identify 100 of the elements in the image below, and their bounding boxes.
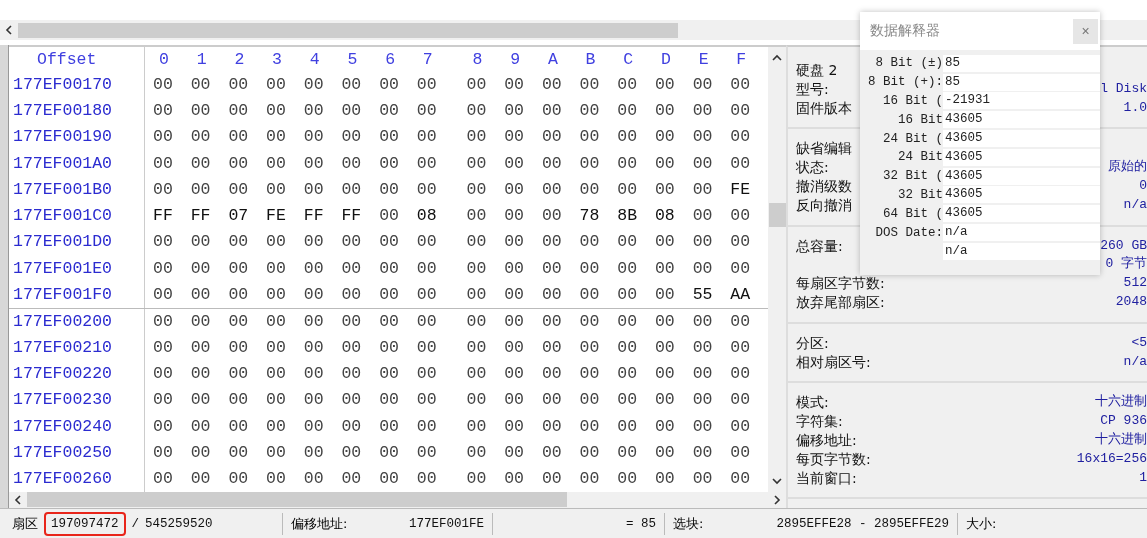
byte-cell[interactable]: 00 [579,363,618,383]
byte-cell[interactable]: 00 [617,232,655,252]
byte-cell[interactable]: 00 [153,416,191,436]
byte-cell[interactable]: 00 [617,258,655,278]
byte-cell[interactable]: AA [730,285,768,304]
byte-cell[interactable]: 00 [730,232,768,252]
byte-cell[interactable]: 00 [266,153,304,173]
byte-cell[interactable]: 00 [730,390,768,410]
byte-cell[interactable]: 00 [654,74,693,94]
byte-cell[interactable]: FE [266,206,304,226]
byte-cell[interactable]: 00 [303,100,342,120]
byte-cell[interactable]: 00 [153,153,191,173]
byte-cell[interactable]: 00 [303,311,342,331]
byte-cell[interactable]: 00 [504,469,542,489]
byte-cell[interactable]: 00 [341,311,380,331]
byte-cell[interactable]: 00 [579,179,618,199]
byte-cell[interactable]: 00 [303,390,342,410]
byte-cell[interactable]: 00 [153,285,191,304]
byte-cell[interactable]: 00 [466,363,505,383]
byte-cell[interactable]: 00 [228,127,267,147]
scroll-left-icon[interactable] [4,25,14,35]
byte-cell[interactable]: 00 [190,285,229,304]
byte-cell[interactable]: 00 [228,258,267,278]
byte-cell[interactable]: 00 [416,153,455,173]
byte-cell[interactable]: 00 [579,100,618,120]
byte-cell[interactable]: 00 [730,442,768,462]
byte-cell[interactable]: 00 [228,153,267,173]
byte-cell[interactable]: 00 [692,179,731,199]
byte-cell[interactable]: 00 [541,258,580,278]
byte-cell[interactable]: FF [153,206,191,226]
byte-cell[interactable]: 00 [341,153,380,173]
byte-cell[interactable]: 00 [303,74,342,94]
byte-cell[interactable]: 00 [153,74,191,94]
byte-cell[interactable]: 00 [654,100,693,120]
byte-cell[interactable]: 00 [341,442,380,462]
byte-cell[interactable]: 00 [466,179,505,199]
byte-cell[interactable]: 00 [416,416,455,436]
byte-cell[interactable]: 00 [504,153,542,173]
byte-cell[interactable]: 00 [617,285,655,304]
byte-cell[interactable]: 00 [379,258,417,278]
byte-cell[interactable]: 00 [579,232,618,252]
byte-cell[interactable]: 00 [266,363,304,383]
byte-cell[interactable]: 00 [379,337,417,357]
byte-cell[interactable]: 00 [266,311,304,331]
byte-cell[interactable]: 00 [416,469,455,489]
byte-cell[interactable]: 00 [504,390,542,410]
byte-cell[interactable]: 00 [730,469,768,489]
byte-cell[interactable]: 07 [228,206,267,226]
byte-cell[interactable]: 00 [190,100,229,120]
byte-cell[interactable]: 00 [541,390,580,410]
byte-cell[interactable]: 00 [730,153,768,173]
byte-cell[interactable]: 00 [416,285,455,304]
byte-cell[interactable]: 00 [416,179,455,199]
byte-cell[interactable]: 00 [228,337,267,357]
scroll-left-icon[interactable] [13,494,23,505]
byte-cell[interactable]: 00 [617,390,655,410]
byte-cell[interactable]: 00 [190,127,229,147]
byte-cell[interactable]: 00 [153,100,191,120]
byte-cell[interactable]: 00 [416,258,455,278]
byte-cell[interactable]: 00 [466,206,505,226]
byte-cell[interactable]: 00 [617,74,655,94]
byte-cell[interactable]: 00 [153,442,191,462]
byte-cell[interactable]: 00 [692,127,731,147]
byte-cell[interactable]: 00 [504,232,542,252]
byte-cell[interactable]: 00 [466,232,505,252]
byte-cell[interactable]: 00 [190,337,229,357]
byte-cell[interactable]: FF [303,206,342,226]
byte-cell[interactable]: 00 [466,153,505,173]
byte-cell[interactable]: 00 [190,469,229,489]
byte-cell[interactable]: 00 [341,469,380,489]
byte-cell[interactable]: 00 [692,153,731,173]
byte-cell[interactable]: 00 [228,469,267,489]
byte-cell[interactable]: 00 [541,127,580,147]
byte-cell[interactable]: 00 [617,416,655,436]
byte-cell[interactable]: 00 [190,232,229,252]
byte-cell[interactable]: 00 [153,258,191,278]
byte-cell[interactable]: 00 [466,100,505,120]
byte-cell[interactable]: 00 [303,285,342,304]
byte-cell[interactable]: 00 [617,153,655,173]
byte-cell[interactable]: 00 [504,179,542,199]
scrollbar-thumb[interactable] [27,492,567,508]
byte-cell[interactable]: 00 [190,363,229,383]
byte-cell[interactable]: 00 [692,74,731,94]
byte-cell[interactable]: 00 [541,100,580,120]
byte-cell[interactable]: 00 [341,74,380,94]
byte-cell[interactable]: 00 [692,258,731,278]
byte-cell[interactable]: 00 [617,311,655,331]
byte-cell[interactable]: 00 [730,127,768,147]
byte-cell[interactable]: 00 [266,285,304,304]
byte-cell[interactable]: 00 [341,258,380,278]
byte-cell[interactable]: 00 [303,179,342,199]
byte-cell[interactable]: 00 [579,127,618,147]
byte-cell[interactable]: 00 [303,127,342,147]
byte-cell[interactable]: 00 [617,469,655,489]
byte-cell[interactable]: 00 [541,337,580,357]
byte-cell[interactable]: 00 [379,100,417,120]
byte-cell[interactable]: 00 [654,311,693,331]
byte-cell[interactable]: 00 [504,258,542,278]
byte-cell[interactable]: 78 [579,206,618,226]
byte-cell[interactable]: 00 [416,390,455,410]
